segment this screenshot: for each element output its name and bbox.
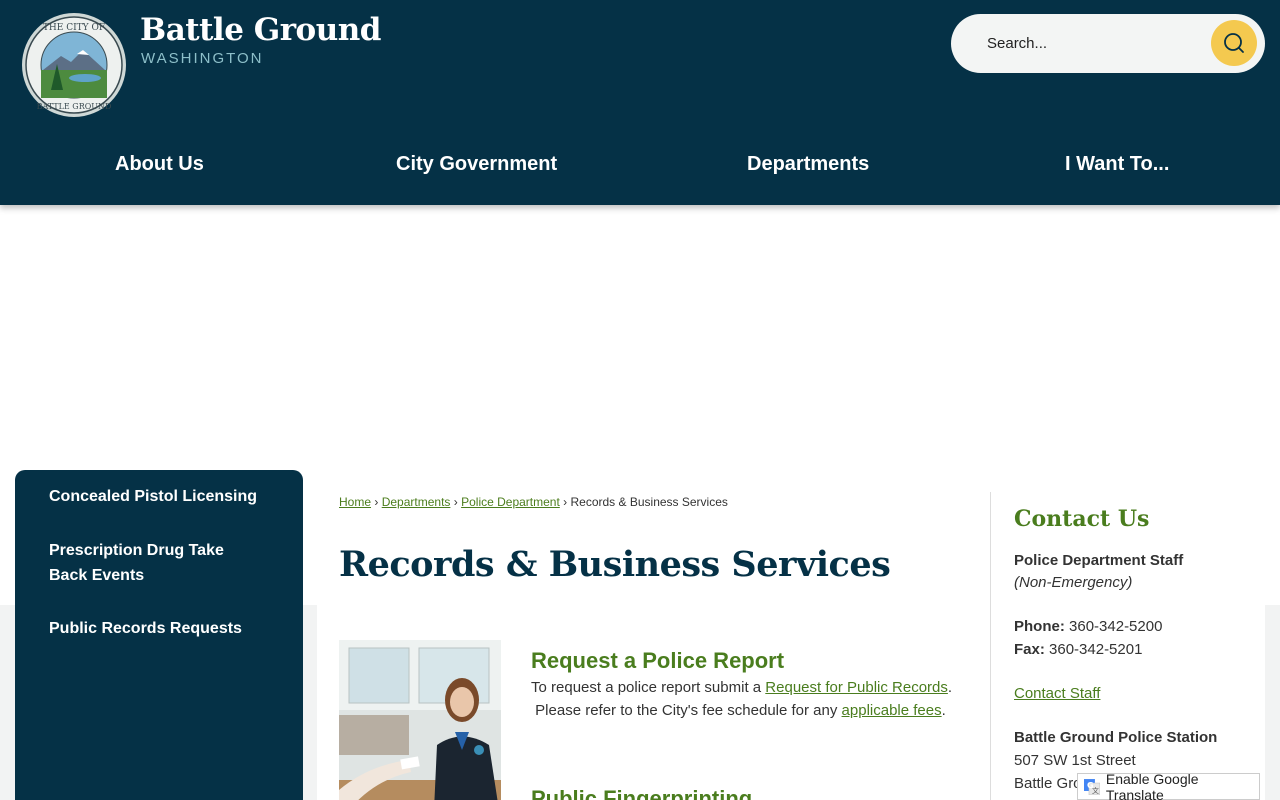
- search-icon: [1224, 33, 1244, 53]
- section-title-police-report: Request a Police Report: [531, 648, 785, 673]
- seal-text-top: THE CITY OF: [43, 23, 105, 33]
- breadcrumb-separator: ›: [453, 495, 458, 509]
- main-nav: About Us City Government Departments I W…: [0, 140, 1280, 190]
- translate-label: Enable Google Translate: [1105, 770, 1199, 800]
- breadcrumb-departments[interactable]: Departments: [382, 495, 451, 509]
- content-card: Home › Departments › Police Department ›…: [317, 470, 1265, 800]
- breadcrumb-home[interactable]: Home: [339, 495, 371, 509]
- breadcrumb-separator: ›: [374, 495, 379, 509]
- station-name: Battle Ground Police Station: [1014, 729, 1218, 746]
- police-report-text: To request a police report submit a Requ…: [531, 676, 971, 722]
- station-street: 507 SW 1st Street: [1014, 752, 1136, 769]
- google-translate-button[interactable]: G 文 Enable Google Translate: [1077, 770, 1260, 800]
- sidebar-item-drug-take-back[interactable]: Prescription Drug Take Back Events: [49, 538, 239, 588]
- breadcrumb-police[interactable]: Police Department: [461, 495, 560, 509]
- contact-staff: Police Department Staff: [1014, 552, 1184, 569]
- column-divider: [990, 492, 991, 800]
- breadcrumb: Home › Departments › Police Department ›…: [339, 495, 728, 509]
- search-button[interactable]: [1211, 20, 1257, 66]
- breadcrumb-separator: ›: [563, 495, 568, 509]
- contact-phone: Phone: 360-342-5200: [1014, 618, 1162, 635]
- search-input[interactable]: [987, 32, 1207, 54]
- contact-staff-link[interactable]: Contact Staff: [1014, 685, 1100, 702]
- contact-panel: Contact Us Police Department Staff (Non-…: [1014, 506, 1254, 792]
- nav-city-government[interactable]: City Government: [396, 153, 557, 176]
- contact-title: Contact Us: [1014, 506, 1150, 532]
- page-title: Records & Business Services: [339, 544, 891, 585]
- city-seal-logo[interactable]: THE CITY OF BATTLE GROUND: [21, 12, 127, 118]
- google-translate-icon: G 文: [1084, 778, 1100, 795]
- fax-number: 360-342-5201: [1049, 641, 1143, 658]
- period: .: [941, 702, 946, 719]
- sidebar-item-concealed-pistol[interactable]: Concealed Pistol Licensing: [49, 484, 279, 509]
- period: .: [947, 679, 953, 696]
- contact-fax: Fax: 360-342-5201: [1014, 641, 1142, 658]
- nav-about-us[interactable]: About Us: [115, 153, 204, 176]
- section-title-fingerprinting: Public Fingerprinting: [531, 786, 753, 800]
- search-box: [951, 14, 1265, 73]
- sidebar-item-public-records[interactable]: Public Records Requests: [49, 616, 279, 641]
- public-records-request-link[interactable]: Request for Public Records: [765, 679, 948, 696]
- site-subtitle: WASHINGTON: [141, 50, 264, 67]
- records-photo: [339, 640, 501, 800]
- seal-text-bottom: BATTLE GROUND: [37, 102, 112, 111]
- fax-label: Fax:: [1014, 641, 1045, 658]
- police-report-text-1: To request a police report submit a: [531, 679, 762, 696]
- site-header: THE CITY OF BATTLE GROUND Battle Ground …: [0, 0, 1280, 205]
- site-title[interactable]: Battle Ground: [140, 12, 381, 48]
- nav-departments[interactable]: Departments: [747, 153, 869, 176]
- breadcrumb-current: Records & Business Services: [570, 495, 728, 509]
- svg-text:文: 文: [1092, 785, 1099, 794]
- contact-staff-note: (Non-Emergency): [1014, 574, 1133, 591]
- applicable-fees-link[interactable]: applicable fees: [842, 702, 942, 719]
- sidebar-nav: Concealed Pistol Licensing Prescription …: [15, 470, 303, 800]
- phone-label: Phone:: [1014, 618, 1065, 635]
- police-report-text-2: Please refer to the City's fee schedule …: [535, 702, 838, 719]
- phone-number[interactable]: 360-342-5200: [1069, 618, 1162, 635]
- nav-i-want-to[interactable]: I Want To...: [1065, 153, 1169, 176]
